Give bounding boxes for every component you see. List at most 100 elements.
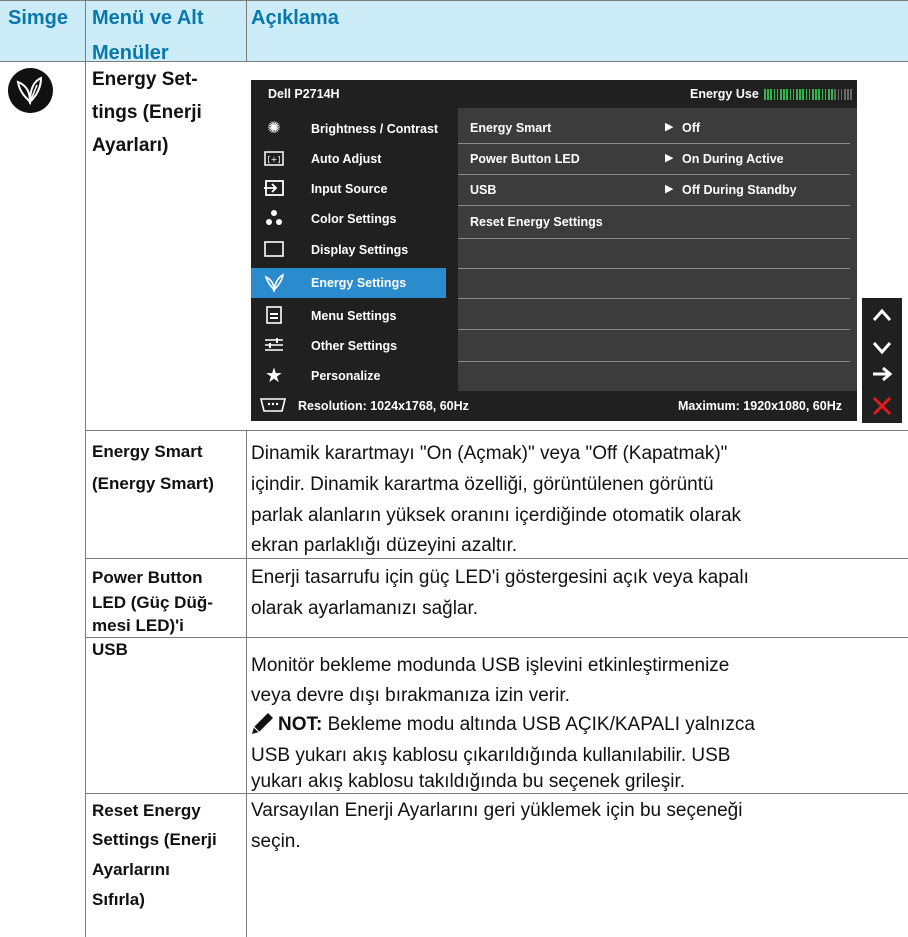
option-energy-smart-value[interactable]: Off bbox=[682, 121, 700, 135]
row-usb-note-line3: yukarı akış kablosu takıldığında bu seçe… bbox=[251, 771, 686, 792]
menu-item-label: Display Settings bbox=[311, 243, 409, 257]
header-menu-column-line1: Menü ve Alt bbox=[92, 7, 204, 29]
resolution-text: Resolution: 1024x1768, 60Hz bbox=[298, 399, 469, 413]
energy-use-tick bbox=[840, 89, 843, 100]
osd-row-divider bbox=[458, 205, 850, 206]
option-energy-smart-label[interactable]: Energy Smart bbox=[470, 121, 551, 135]
option-reset-energy-settings[interactable]: Reset Energy Settings bbox=[470, 215, 603, 229]
menu-item-brightness-contrast[interactable]: ✺ Brightness / Contrast bbox=[251, 114, 446, 144]
row-reset-title-line1: Reset Energy bbox=[92, 801, 201, 820]
menu-item-label: Input Source bbox=[311, 182, 388, 196]
row-usb-note-line2: USB yukarı akış kablosu çıkarıldığında k… bbox=[251, 745, 731, 766]
row-usb-note-line1: NOT: Bekleme modu altında USB AÇIK/KAPAL… bbox=[278, 712, 755, 738]
osd-row-divider bbox=[458, 174, 850, 175]
table-row-divider bbox=[85, 430, 908, 431]
osd-row-divider bbox=[458, 238, 850, 239]
svg-text:[+]: [+] bbox=[268, 155, 281, 164]
osd-row-divider bbox=[458, 298, 850, 299]
row-usb-title: USB bbox=[92, 640, 128, 659]
row-power-led-desc-line1: Enerji tasarrufu için güç LED'i gösterge… bbox=[251, 567, 749, 588]
energy-use-tick bbox=[808, 89, 811, 100]
row-energy-smart-title-line2: (Energy Smart) bbox=[92, 474, 214, 493]
table-column-divider bbox=[246, 430, 247, 937]
row-power-led-desc-line2: olarak ayarlamanızı sağlar. bbox=[251, 598, 479, 619]
auto-adjust-icon: [+] bbox=[263, 149, 285, 169]
note-label: NOT: bbox=[278, 714, 323, 735]
menu-item-label: Menu Settings bbox=[311, 309, 397, 323]
vga-connector-icon bbox=[258, 396, 288, 419]
osd-row-divider bbox=[458, 143, 850, 144]
energy-use-tick bbox=[789, 89, 792, 100]
table-column-divider bbox=[246, 0, 247, 61]
row-energy-smart-desc-line4: ekran parlaklığı düzeyini azaltır. bbox=[251, 535, 518, 556]
menu-item-label: Brightness / Contrast bbox=[311, 122, 439, 136]
energy-use-tick bbox=[831, 89, 833, 100]
row-usb-desc-line1: Monitör bekleme modunda USB işlevini etk… bbox=[251, 655, 730, 676]
menu-item-personalize[interactable]: ★ Personalize bbox=[251, 361, 446, 391]
menu-item-label: Personalize bbox=[311, 369, 381, 383]
energy-use-tick bbox=[786, 89, 788, 100]
row-reset-title-line4: Sıfırla) bbox=[92, 890, 145, 909]
energy-settings-title-line2: tings (Enerji bbox=[92, 102, 202, 123]
energy-use-tick bbox=[828, 89, 830, 100]
energy-use-tick bbox=[850, 89, 852, 100]
energy-use-tick bbox=[805, 89, 808, 100]
option-power-button-led-value[interactable]: On During Active bbox=[682, 152, 784, 166]
energy-use-tick bbox=[773, 89, 776, 100]
close-icon[interactable] bbox=[862, 389, 902, 423]
row-energy-smart-desc-line1: Dinamik karartmayı "On (Açmak)" veya "Of… bbox=[251, 443, 728, 464]
menu-item-other-settings[interactable]: Other Settings bbox=[251, 331, 446, 361]
energy-leaf-icon bbox=[263, 273, 285, 293]
row-reset-title-line3: Ayarlarını bbox=[92, 860, 170, 879]
energy-settings-title-line3: Ayarları) bbox=[92, 135, 169, 156]
energy-use-tick bbox=[815, 89, 817, 100]
energy-use-tick bbox=[796, 89, 798, 100]
menu-item-energy-settings[interactable]: Energy Settings bbox=[251, 268, 446, 298]
row-energy-smart-desc-line3: parlak alanların yüksek oranını içerdiği… bbox=[251, 505, 742, 526]
note-pencil-icon bbox=[250, 710, 276, 736]
energy-leaf-icon bbox=[8, 68, 53, 113]
input-source-icon bbox=[263, 179, 285, 199]
menu-item-input-source[interactable]: Input Source bbox=[251, 174, 446, 204]
menu-item-color-settings[interactable]: Color Settings bbox=[251, 204, 446, 234]
brightness-icon: ✺ bbox=[267, 120, 281, 137]
menu-item-menu-settings[interactable]: Menu Settings bbox=[251, 301, 446, 331]
row-energy-smart-desc-line2: içindir. Dinamik karartma özelliği, görü… bbox=[251, 474, 714, 495]
energy-use-tick bbox=[812, 89, 814, 100]
menu-item-auto-adjust[interactable]: [+] Auto Adjust bbox=[251, 144, 446, 174]
right-arrow-icon[interactable] bbox=[862, 357, 902, 391]
menu-item-label: Auto Adjust bbox=[311, 152, 382, 166]
table-row-divider bbox=[85, 637, 908, 638]
energy-use-tick bbox=[770, 89, 772, 100]
header-icon-column: Simge bbox=[8, 7, 69, 29]
row-energy-smart-title-line1: Energy Smart bbox=[92, 442, 203, 461]
row-power-led-title-line1: Power Button bbox=[92, 568, 203, 587]
energy-use-tick bbox=[844, 89, 846, 100]
other-settings-icon bbox=[263, 336, 285, 356]
energy-use-tick bbox=[837, 89, 840, 100]
row-reset-desc-line1: Varsayılan Enerji Ayarlarını geri yüklem… bbox=[251, 800, 743, 821]
star-icon: ★ bbox=[265, 365, 283, 387]
osd-model-name: Dell P2714H bbox=[268, 87, 340, 101]
option-power-button-led-label[interactable]: Power Button LED bbox=[470, 152, 580, 166]
table-column-divider bbox=[85, 0, 86, 937]
display-settings-icon bbox=[263, 240, 285, 260]
energy-use-label: Energy Use bbox=[690, 87, 759, 101]
energy-use-tick bbox=[818, 89, 820, 100]
row-power-led-title-line3: mesi LED)'i bbox=[92, 616, 184, 635]
energy-use-tick bbox=[764, 89, 766, 100]
energy-settings-title-line1: Energy Set- bbox=[92, 69, 198, 90]
option-usb-label[interactable]: USB bbox=[470, 183, 496, 197]
energy-use-tick bbox=[776, 89, 779, 100]
menu-item-display-settings[interactable]: Display Settings bbox=[251, 235, 446, 265]
header-description-column: Açıklama bbox=[251, 7, 339, 29]
energy-use-tick bbox=[767, 89, 769, 100]
up-arrow-icon[interactable] bbox=[862, 298, 902, 332]
energy-use-tick bbox=[783, 89, 785, 100]
menu-settings-icon bbox=[263, 306, 285, 326]
color-settings-icon bbox=[263, 209, 285, 229]
energy-use-tick bbox=[834, 89, 836, 100]
energy-use-tick bbox=[799, 89, 801, 100]
option-usb-value[interactable]: Off During Standby bbox=[682, 183, 797, 197]
energy-use-tick bbox=[824, 89, 827, 100]
